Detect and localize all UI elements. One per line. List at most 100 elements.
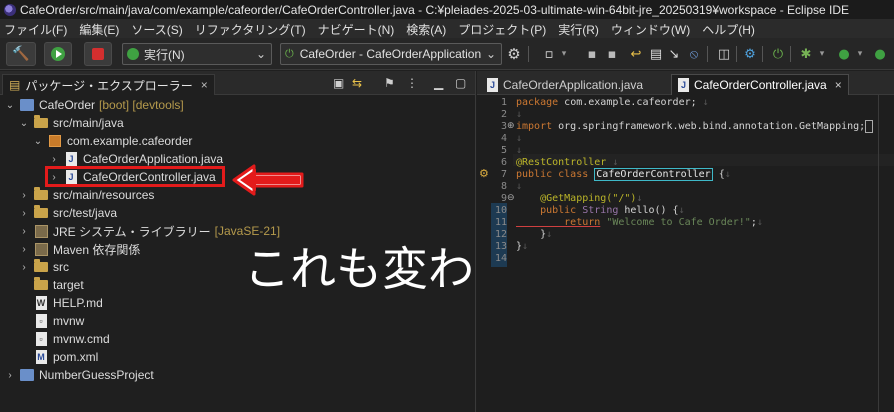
file-icon: ▫ <box>33 332 49 346</box>
menu-window[interactable]: ウィンドウ(W) <box>611 21 690 38</box>
tree-item-label: target <box>53 278 84 292</box>
expanded-icon[interactable]: ⌄ <box>4 100 16 111</box>
java-file-icon: J <box>678 78 689 92</box>
expanded-icon[interactable]: ⌄ <box>18 118 30 129</box>
launch-config-select[interactable]: ⏻ CafeOrder - CafeOrderApplication ⌄ <box>280 43 502 65</box>
tree-item-src[interactable]: › src <box>18 258 69 276</box>
menu-source[interactable]: ソース(S) <box>131 21 182 38</box>
menu-run[interactable]: 実行(R) <box>558 21 599 38</box>
menu-edit[interactable]: 編集(E) <box>79 21 119 38</box>
menu-navigate[interactable]: ナビゲート(N) <box>318 21 395 38</box>
run-icon[interactable]: ● <box>836 46 852 62</box>
view-menu-icon[interactable]: ⋮ <box>406 76 418 90</box>
tree-item-mvnw-cmd[interactable]: ▫ mvnw.cmd <box>30 330 110 348</box>
code-area[interactable]: package com.example.cafeorder; ↓ ↓ impor… <box>513 95 894 412</box>
open-type-icon[interactable]: ↩ <box>628 46 644 62</box>
tree-item-cafeorder-project[interactable]: ⌄ CafeOrder [boot] [devtools] <box>4 96 184 114</box>
debug-icon[interactable]: ✱ <box>798 46 814 62</box>
line-number: 4 <box>500 133 507 144</box>
close-icon[interactable]: × <box>835 78 842 92</box>
menu-search[interactable]: 検索(A) <box>406 21 446 38</box>
code-token: public <box>516 205 577 216</box>
collapsed-icon[interactable]: › <box>18 262 30 273</box>
chevron-down-icon[interactable]: ▾ <box>852 46 868 62</box>
menu-help[interactable]: ヘルプ(H) <box>702 21 755 38</box>
debug-config-icon[interactable]: ◫ <box>716 46 732 62</box>
tree-item-numberguessproject[interactable]: › NumberGuessProject <box>4 366 153 384</box>
skip-breakpoints-icon[interactable]: ⦸ <box>686 46 702 62</box>
tree-item-help-md[interactable]: W HELP.md <box>30 294 103 312</box>
stop-button[interactable] <box>84 42 112 66</box>
code-token: package <box>516 97 559 108</box>
collapsed-icon[interactable]: › <box>18 190 30 201</box>
chevron-down-icon[interactable]: ▾ <box>556 46 572 62</box>
new-icon[interactable]: ▫ <box>541 46 557 62</box>
tree-item-jre-library[interactable]: › JRE システム・ライブラリー [JavaSE-21] <box>18 222 280 240</box>
collapsed-icon[interactable]: › <box>18 208 30 219</box>
toolbar-separator <box>707 46 708 62</box>
minimize-icon[interactable]: ▁ <box>434 76 443 90</box>
search-icon[interactable]: ↘ <box>666 46 682 62</box>
project-icon <box>19 98 35 112</box>
collapsed-icon[interactable]: › <box>48 154 60 165</box>
editor-tab-bar: J CafeOrderApplication.java J CafeOrderC… <box>477 71 894 95</box>
line-number: 8 <box>500 181 507 192</box>
filter-icon[interactable]: ⚑ <box>384 76 395 90</box>
line-number: 3 <box>500 121 507 132</box>
chevron-down-icon[interactable]: ▾ <box>814 46 830 62</box>
expanded-icon[interactable]: ⌄ <box>32 136 44 147</box>
menu-refactor[interactable]: リファクタリング(T) <box>195 21 306 38</box>
package-explorer-icon: ▤ <box>9 78 21 92</box>
spring-boot-icon[interactable]: ⏻ <box>770 46 786 62</box>
collapse-all-icon[interactable]: ▣ <box>333 76 344 90</box>
tree-item-label: src/test/java <box>53 206 118 220</box>
code-token: hello() { <box>618 205 679 216</box>
tree-item-label: src/main/java <box>53 116 124 130</box>
menu-file[interactable]: ファイル(F) <box>4 21 67 38</box>
run-last-icon[interactable]: ● <box>872 46 888 62</box>
tab-cafeorderapplication[interactable]: J CafeOrderApplication.java <box>481 74 649 95</box>
maximize-icon[interactable]: ▢ <box>455 76 466 90</box>
tree-item-decoration: [boot] [devtools] <box>99 98 184 112</box>
menu-project[interactable]: プロジェクト(P) <box>458 21 546 38</box>
code-line-1: package com.example.cafeorder; ↓ <box>516 97 709 108</box>
main-toolbar: 🔨 実行(N) ⌄ ⏻ CafeOrder - CafeOrderApplica… <box>0 38 894 70</box>
run-mode-label: 実行(N) <box>144 47 185 62</box>
java-editor: J CafeOrderApplication.java J CafeOrderC… <box>477 71 894 412</box>
tree-item-src-main-resources[interactable]: › src/main/resources <box>18 186 154 204</box>
collapsed-icon[interactable]: › <box>4 370 16 381</box>
toolbar-separator <box>790 46 791 62</box>
tree-item-pom-xml[interactable]: M pom.xml <box>30 348 98 366</box>
tab-label: パッケージ・エクスプローラー <box>25 78 193 93</box>
tab-cafeordercontroller[interactable]: J CafeOrderController.java × <box>671 74 849 95</box>
tree-item-target[interactable]: target <box>30 276 84 294</box>
tree-item-label: JRE システム・ライブラリー <box>53 224 211 239</box>
code-line-13: }↓ <box>516 241 529 252</box>
explorer-header: ▤ パッケージ・エクスプローラー × ▣ ⇆ ⚑ ⋮ ▁ ▢ <box>0 71 475 95</box>
project-icon <box>19 368 35 382</box>
tree-item-label: CafeOrderApplication.java <box>83 152 224 166</box>
save-all-icon[interactable]: ▪ <box>604 46 620 62</box>
code-token: com.example.cafeorder; <box>558 97 697 108</box>
tree-item-package[interactable]: ⌄ com.example.cafeorder <box>32 132 193 150</box>
tree-item-mvnw[interactable]: ▫ mvnw <box>30 312 84 330</box>
settings-icon[interactable]: ⚙ <box>742 46 758 62</box>
run-button[interactable] <box>44 42 72 66</box>
collapsed-icon[interactable]: › <box>18 226 30 237</box>
code-token: return <box>516 217 601 228</box>
open-task-icon[interactable]: ▤ <box>648 46 664 62</box>
collapsed-icon[interactable]: › <box>18 244 30 255</box>
tab-package-explorer[interactable]: ▤ パッケージ・エクスプローラー × <box>2 74 215 95</box>
close-icon[interactable]: × <box>201 78 208 92</box>
build-button[interactable]: 🔨 <box>6 42 36 66</box>
save-icon[interactable]: ▪ <box>584 46 600 62</box>
file-icon: ▫ <box>33 314 49 328</box>
tree-item-src-test-java[interactable]: › src/test/java <box>18 204 117 222</box>
gear-icon[interactable]: ⚙ <box>506 45 522 63</box>
tree-item-src-main-java[interactable]: ⌄ src/main/java <box>18 114 124 132</box>
link-with-editor-icon[interactable]: ⇆ <box>352 76 362 90</box>
run-mode-select[interactable]: 実行(N) ⌄ <box>122 43 272 65</box>
line-number: 2 <box>500 109 507 120</box>
code-line-10: public String hello() {↓ <box>516 205 685 216</box>
tree-item-maven-dependencies[interactable]: › Maven 依存関係 <box>18 240 140 258</box>
